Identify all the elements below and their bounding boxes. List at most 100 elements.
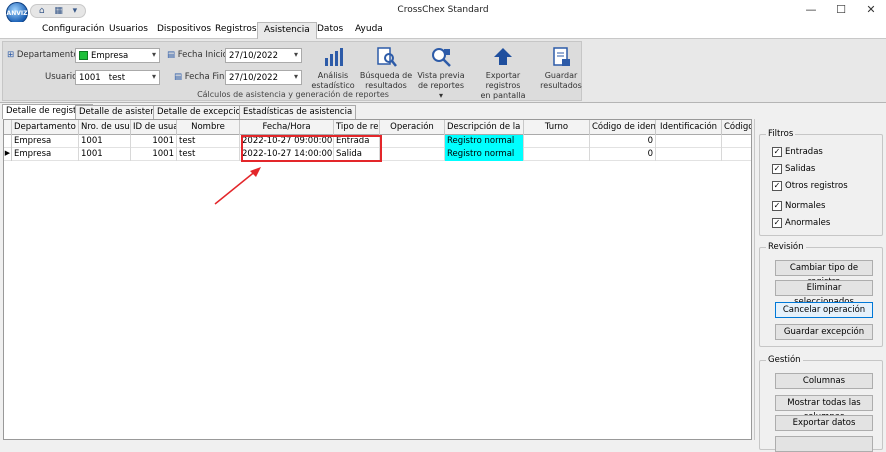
col-tipo-registro[interactable]: Tipo de regi [334,120,380,135]
cell-nro-usuario: 1001 [79,135,131,148]
export-arrow-icon [492,46,514,68]
busqueda-resultados-button[interactable]: Búsqueda deresultados [359,46,413,91]
table-header: Departamento / Nro. de usuari ID de usua… [4,120,752,135]
cell-identificacion [656,148,722,161]
chevron-down-icon: ▾ [152,50,156,59]
filter-anormales-checkbox[interactable]: ✓Anormales [772,218,830,228]
col-nro-usuario[interactable]: Nro. de usuari [79,120,131,135]
minimize-icon[interactable]: — [796,3,826,16]
col-fecha-hora[interactable]: Fecha/Hora [240,120,334,135]
cell-turno [524,148,590,161]
filter-normales-checkbox[interactable]: ✓Normales [772,201,825,211]
eliminar-seleccionados-button[interactable]: Eliminar seleccionados [775,280,873,296]
cell-id-usuario: 1001 [131,148,177,161]
cell-operacion [380,148,445,161]
col-identificacion[interactable]: Identificación [656,120,722,135]
cell-descripcion: Registro normal [445,135,524,148]
cell-codigo-identificacion: 0 [590,135,656,148]
col-codigo-identificacion[interactable]: Código de identifi [590,120,656,135]
search-document-icon [375,46,397,68]
ribbon-group-caption: Cálculos de asistencia y generación de r… [3,90,583,99]
checkmark-icon: ✓ [772,147,782,157]
departamento-select[interactable]: Empresa ▾ [75,48,160,63]
gestion-title: Gestión [766,355,803,365]
cell-turno [524,135,590,148]
col-turno[interactable]: Turno [524,120,590,135]
calendar-icon: ▤ [174,72,185,82]
maximize-icon[interactable]: ☐ [826,3,856,16]
highlight-box-annotation [241,135,382,162]
cell-codigo-identificacion: 0 [590,148,656,161]
menu-bar: Configuración Usuarios Dispositivos Regi… [0,22,886,39]
menu-ayuda[interactable]: Ayuda [355,24,383,34]
col-id-usuario[interactable]: ID de usuari [131,120,177,135]
guardar-excepcion-button[interactable]: Guardar excepción [775,324,873,340]
chevron-down-icon: ▾ [294,50,298,59]
menu-registros[interactable]: Registros [215,24,257,34]
menu-configuracion[interactable]: Configuración [42,24,104,34]
filter-salidas-checkbox[interactable]: ✓Salidas [772,164,815,174]
exportar-datos-button[interactable]: Exportar datos [775,415,873,431]
analisis-estadistico-button[interactable]: Análisisestadístico [309,46,357,91]
columnas-button[interactable]: Columnas [775,373,873,389]
cell-codigo-c [722,148,752,161]
cancelar-operacion-button[interactable]: Cancelar operación [775,302,873,318]
cell-operacion [380,135,445,148]
col-departamento[interactable]: Departamento / [12,120,79,135]
cell-descripcion: Registro normal [445,148,524,161]
chevron-down-icon: ▾ [152,72,156,81]
title-bar: ANVIZ ⌂ ▦ ▾ CrossChex Standard — ☐ ✕ [0,0,886,22]
menu-datos[interactable]: Datos [317,24,343,34]
guardar-resultados-button[interactable]: Guardarresultados [539,46,583,91]
col-operacion[interactable]: Operación [380,120,445,135]
cell-nombre: test [177,135,240,148]
col-nombre[interactable]: Nombre [177,120,240,135]
usuario-label: Usuario [45,72,77,82]
cell-id-usuario: 1001 [131,135,177,148]
cell-departamento: Empresa [12,135,79,148]
cell-identificacion [656,135,722,148]
next-panel-button[interactable] [775,436,873,452]
checkmark-icon: ✓ [772,164,782,174]
menu-dispositivos[interactable]: Dispositivos [157,24,211,34]
bar-chart-icon [322,46,344,68]
red-arrow-annotation [209,160,269,210]
fecha-inicio-picker[interactable]: 27/10/2022 ▾ [225,48,302,63]
row-selector[interactable] [4,135,12,148]
gestion-group: Gestión Columnas Mostrar todas las colum… [759,360,883,450]
fecha-inicio-label: ▤ Fecha Inicio [167,50,228,60]
report-tabs: Detalle de registros Detalle de asistenc… [0,104,886,119]
calendar-icon: ▤ [167,50,178,60]
filtros-group: Filtros ✓Entradas ✓Salidas ✓Otros regist… [759,134,883,236]
checkmark-icon: ✓ [772,201,782,211]
filtros-title: Filtros [766,129,795,139]
col-descripcion[interactable]: Descripción de la exce [445,120,524,135]
menu-asistencia[interactable]: Asistencia [257,22,317,40]
revision-group: Revisión Cambiar tipo de registro Elimin… [759,247,883,347]
records-table: Departamento / Nro. de usuari ID de usua… [3,119,752,440]
preview-icon [430,46,452,68]
col-codigo-c[interactable]: Código c [722,120,752,135]
cambiar-tipo-button[interactable]: Cambiar tipo de registro [775,260,873,276]
menu-usuarios[interactable]: Usuarios [109,24,148,34]
tab-estadisticas-asistencia[interactable]: Estadísticas de asistencia [239,105,356,119]
filter-otros-checkbox[interactable]: ✓Otros registros [772,181,848,191]
save-document-icon [550,46,572,68]
window-title: CrossChex Standard [0,5,886,15]
department-color-swatch [79,51,88,60]
side-panel: Filtros ✓Entradas ✓Salidas ✓Otros regist… [754,119,886,440]
filter-entradas-checkbox[interactable]: ✓Entradas [772,147,823,157]
row-selector-header [4,120,12,135]
ribbon: ⊞ Departamento Empresa ▾ Usuario 1001 te… [0,39,886,103]
fecha-fin-picker[interactable]: 27/10/2022 ▾ [225,70,302,85]
checkmark-icon: ✓ [772,218,782,228]
cell-departamento: Empresa [12,148,79,161]
usuario-select[interactable]: 1001 test ▾ [75,70,160,85]
cell-codigo-c [722,135,752,148]
department-icon: ⊞ [7,50,17,60]
mostrar-columnas-button[interactable]: Mostrar todas las columnas [775,395,873,411]
current-row-indicator-icon[interactable]: ▶ [4,148,12,161]
revision-title: Revisión [766,242,806,252]
close-icon[interactable]: ✕ [856,3,886,16]
fecha-fin-label: ▤ Fecha Fin [174,72,224,82]
